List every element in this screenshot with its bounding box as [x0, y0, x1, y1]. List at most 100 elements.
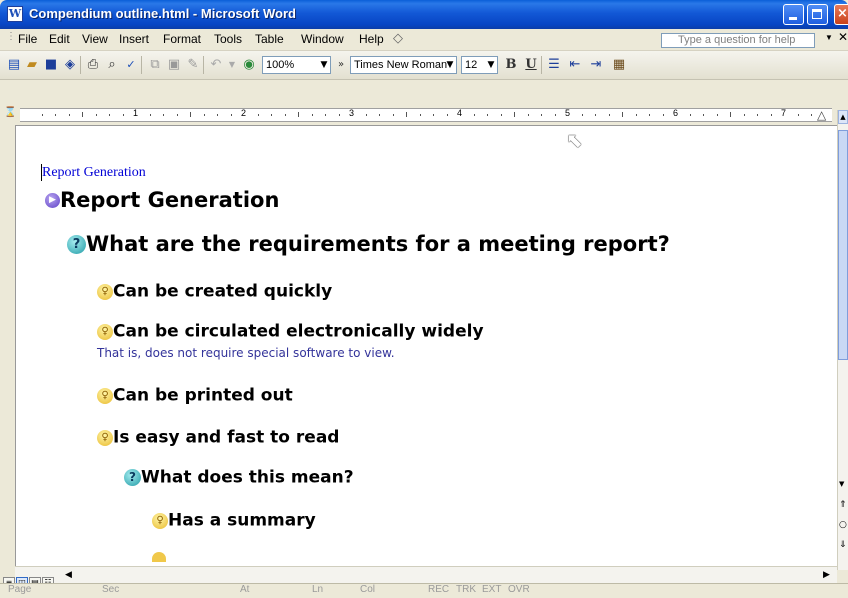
open-folder-icon[interactable]: ▰ — [24, 57, 40, 73]
ruler-mark — [231, 114, 232, 116]
status-trk[interactable]: TRK — [456, 584, 476, 595]
report-generation-link[interactable]: Report Generation — [42, 165, 146, 181]
increase-indent-icon[interactable]: ⇥ — [588, 57, 604, 73]
menu-tools[interactable]: Tools — [214, 32, 242, 46]
font-size-dropdown-icon[interactable]: ▼ — [484, 56, 498, 74]
maximize-button[interactable] — [807, 4, 828, 25]
outline-heading: Can be created quickly — [113, 281, 333, 302]
save-icon[interactable]: ■ — [43, 57, 59, 73]
help-search-input[interactable]: Type a question for help — [661, 33, 815, 48]
outline-item-idea: ♀ Can be circulated electronically widely — [97, 321, 484, 342]
idea-icon: ♀ — [97, 283, 113, 300]
partial-idea-icon — [152, 552, 166, 562]
font-dropdown-icon[interactable]: ▼ — [443, 56, 457, 74]
zoom-dropdown-icon[interactable]: ▼ — [317, 56, 331, 74]
print-preview-icon[interactable]: ⌕ — [104, 57, 120, 73]
ruler-mark — [285, 114, 286, 116]
spelling-icon[interactable]: ✓ — [123, 57, 139, 73]
ruler-mark — [663, 114, 664, 116]
copy-icon[interactable]: ⧉ — [147, 57, 163, 73]
menu-window[interactable]: Window — [301, 32, 344, 46]
menu-insert[interactable]: Insert — [119, 32, 149, 46]
scroll-up-icon[interactable]: ▲ — [838, 110, 848, 124]
ruler-mark — [420, 114, 421, 116]
ruler-mark — [730, 112, 731, 117]
idea-icon: ♀ — [97, 323, 113, 340]
ruler-mark — [447, 114, 448, 116]
outline-heading: Can be circulated electronically widely — [113, 321, 484, 342]
underline-button[interactable]: U — [523, 57, 539, 73]
ruler-mark — [312, 114, 313, 116]
highlight-icon[interactable]: ▦ — [611, 57, 627, 73]
toolbar-options-icon[interactable]: » — [333, 57, 349, 73]
ruler-number: 2 — [241, 108, 247, 118]
status-page: Page — [8, 584, 32, 595]
indent-marker-icon[interactable]: ⌛ — [4, 107, 16, 123]
horizontal-scrollbar[interactable] — [15, 566, 837, 584]
ruler-mark — [622, 112, 623, 117]
ruler-mark — [82, 112, 83, 117]
mouse-pointer-icon: ⬉ — [566, 128, 583, 152]
idea-icon: ♀ — [97, 387, 113, 404]
bullets-icon[interactable]: ☰ — [546, 57, 562, 73]
menu-file[interactable]: File — [18, 32, 37, 46]
ruler-number: 5 — [565, 108, 571, 118]
right-indent-marker-icon[interactable]: △ — [817, 108, 826, 122]
scrollbar-thumb[interactable] — [838, 130, 848, 360]
status-section: Sec — [102, 584, 120, 595]
office-assistant-icon[interactable]: ◇ — [393, 30, 403, 46]
status-ext[interactable]: EXT — [482, 584, 501, 595]
format-painter-icon[interactable]: ✎ — [185, 57, 201, 73]
status-rec[interactable]: REC — [428, 584, 449, 595]
print-icon[interactable]: ⎙ — [85, 57, 101, 73]
web-globe-icon[interactable]: ◉ — [241, 57, 257, 73]
ruler-mark — [177, 114, 178, 116]
status-line: Ln — [312, 584, 324, 595]
menu-view[interactable]: View — [82, 32, 108, 46]
new-document-icon[interactable]: ▤ — [6, 57, 22, 73]
ruler-mark — [96, 114, 97, 116]
paste-icon[interactable]: ▣ — [166, 57, 182, 73]
word-app-icon[interactable]: W — [7, 6, 23, 22]
help-dropdown-icon[interactable]: ▼ — [825, 33, 833, 42]
idea-icon: ♀ — [97, 429, 113, 446]
undo-dropdown-icon[interactable]: ▼ — [224, 57, 240, 73]
ruler-mark — [379, 114, 380, 116]
scroll-right-icon[interactable]: ▶ — [823, 570, 830, 580]
undo-icon[interactable]: ↶ — [208, 57, 224, 73]
outline-note: That is, does not require special softwa… — [97, 346, 395, 360]
ruler-mark — [757, 114, 758, 116]
ruler-mark — [703, 114, 704, 116]
toolbar-separator — [541, 56, 542, 74]
outline-heading: Can be printed out — [113, 385, 293, 406]
ruler-mark — [555, 114, 556, 116]
question-icon: ? — [67, 234, 86, 254]
bold-button[interactable]: B — [503, 57, 519, 73]
permission-icon[interactable]: ◈ — [62, 57, 78, 73]
next-page-icon[interactable]: ⇓ — [839, 540, 847, 550]
ruler-mark — [798, 114, 799, 116]
select-browse-object-icon[interactable]: ○ — [839, 520, 847, 530]
menu-format[interactable]: Format — [163, 32, 201, 46]
decrease-indent-icon[interactable]: ⇤ — [567, 57, 583, 73]
menu-help[interactable]: Help — [359, 32, 384, 46]
menu-close-icon[interactable]: ✕ — [838, 30, 848, 44]
ruler-mark — [771, 114, 772, 116]
ruler-mark — [528, 114, 529, 116]
close-button[interactable]: × — [834, 4, 848, 25]
previous-page-icon[interactable]: ⇑ — [839, 500, 847, 510]
idea-icon: ♀ — [152, 512, 168, 529]
minimize-button[interactable] — [783, 4, 804, 25]
font-combo[interactable]: Times New Roman — [350, 56, 457, 74]
menu-table[interactable]: Table — [255, 32, 284, 46]
ruler-mark — [163, 114, 164, 116]
ruler-mark — [717, 114, 718, 116]
scroll-left-icon[interactable]: ◀ — [65, 570, 72, 580]
ruler-mark — [298, 112, 299, 117]
status-ovr[interactable]: OVR — [508, 584, 530, 595]
outline-item-idea: ♀ Can be created quickly — [97, 281, 332, 302]
ruler-mark — [406, 112, 407, 117]
scroll-down-icon[interactable]: ▼ — [839, 480, 844, 488]
menu-edit[interactable]: Edit — [49, 32, 70, 46]
ruler-track — [20, 108, 832, 122]
